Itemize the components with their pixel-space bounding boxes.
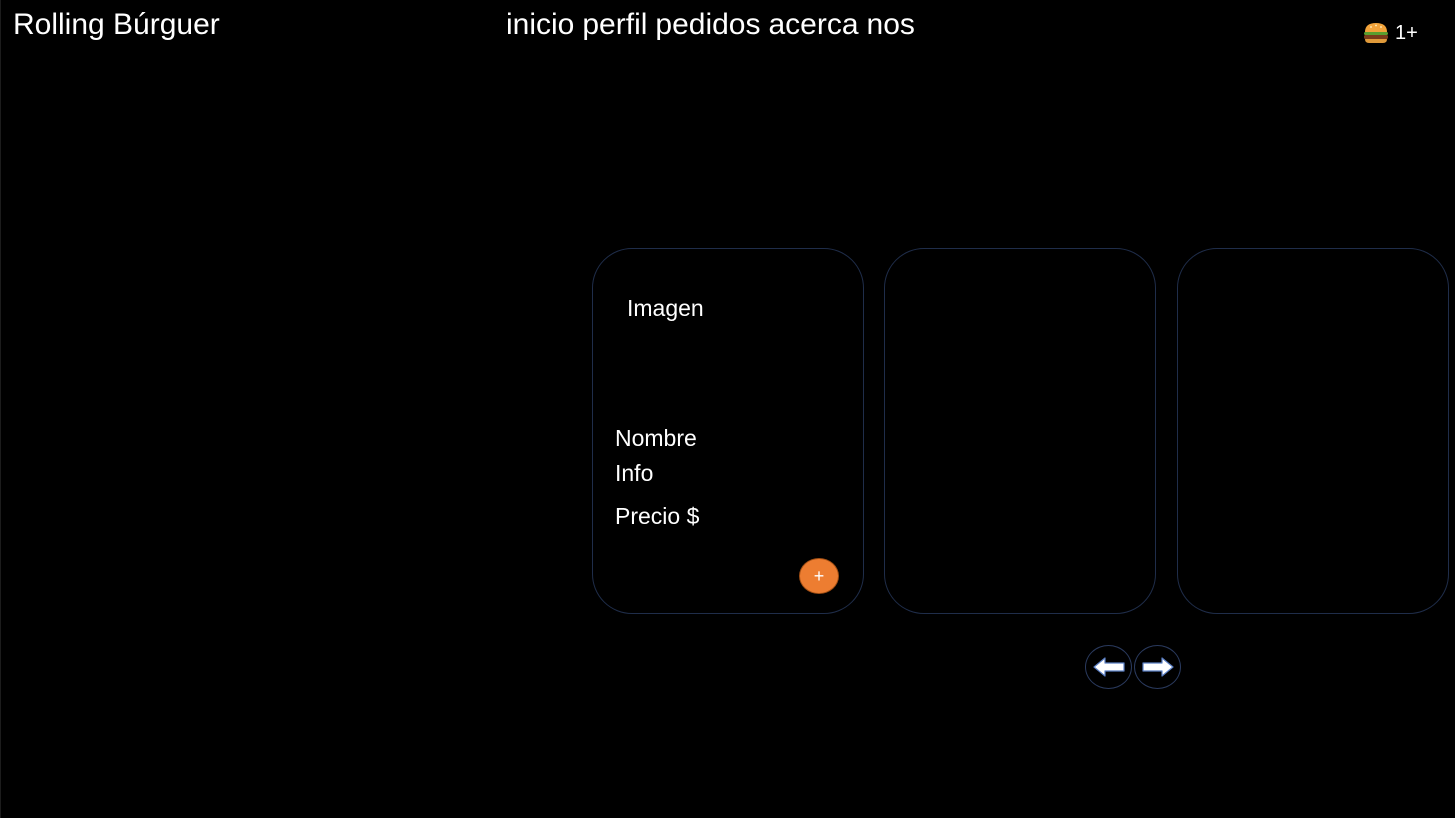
cart-button[interactable]: 1+ <box>1362 20 1418 46</box>
product-card-empty <box>1177 248 1449 614</box>
product-name: Nombre <box>615 425 697 451</box>
main-nav: inicio perfil pedidos acerca nos <box>506 7 923 43</box>
product-card-empty <box>884 248 1156 614</box>
product-card: Imagen Nombre Info Precio $ + <box>592 248 864 614</box>
arrow-left-icon <box>1092 657 1125 677</box>
arrow-right-icon <box>1141 657 1174 677</box>
product-info: Info <box>615 460 654 486</box>
cart-count: 1+ <box>1395 22 1418 44</box>
nav-link-perfil[interactable]: perfil <box>582 7 647 43</box>
product-price: Precio $ <box>615 503 700 529</box>
frame-edge <box>0 0 1 818</box>
nav-link-nos[interactable]: nos <box>867 7 915 43</box>
nav-link-inicio[interactable]: inicio <box>506 7 574 43</box>
product-image-placeholder: Imagen <box>627 295 704 321</box>
nav-link-acerca[interactable]: acerca <box>769 7 859 43</box>
add-to-cart-button[interactable]: + <box>799 558 839 594</box>
carousel-next-button[interactable] <box>1134 645 1181 689</box>
burger-icon <box>1364 23 1388 43</box>
nav-link-pedidos[interactable]: pedidos <box>655 7 760 43</box>
brand-title[interactable]: Rolling Búrguer <box>13 7 220 43</box>
carousel-prev-button[interactable] <box>1085 645 1132 689</box>
